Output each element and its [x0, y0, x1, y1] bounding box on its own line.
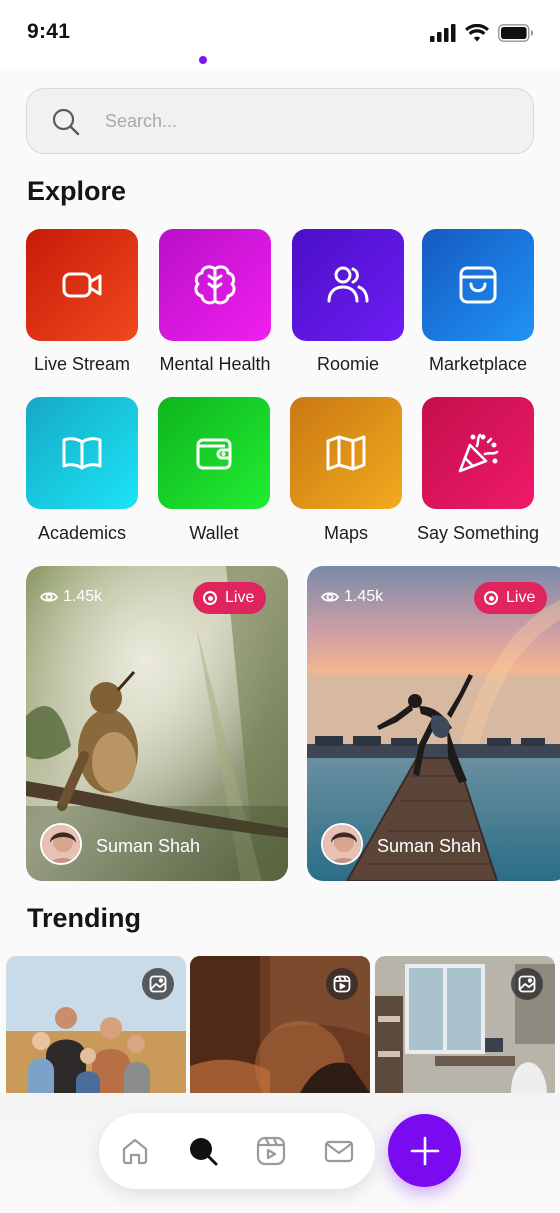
status-icons	[430, 24, 534, 42]
explore-label-live-stream: Live Stream	[33, 354, 131, 374]
map-icon	[326, 435, 366, 471]
open-book-icon	[62, 437, 102, 470]
explore-label-academics: Academics	[37, 523, 127, 543]
mail-icon	[324, 1140, 354, 1163]
avatar[interactable]	[40, 823, 82, 865]
explore-label-maps: Maps	[323, 523, 368, 543]
viewer-count: 1.45k	[40, 588, 102, 606]
explore-tile-wallet[interactable]	[158, 397, 270, 509]
video-camera-icon	[62, 272, 102, 298]
trending-item[interactable]	[6, 956, 186, 1093]
explore-tile-marketplace[interactable]	[422, 229, 534, 341]
status-bar: 9:41	[0, 0, 560, 68]
reel-icon	[333, 975, 351, 993]
reel-post-badge	[326, 968, 358, 1000]
search-icon	[52, 108, 80, 136]
trending-item[interactable]	[190, 956, 370, 1093]
bottom-nav	[99, 1113, 375, 1189]
eye-icon	[40, 592, 58, 602]
plus-icon	[410, 1136, 439, 1165]
party-popper-icon	[458, 433, 499, 473]
explore-tile-maps[interactable]	[290, 397, 402, 509]
explore-tile-mental-health[interactable]	[159, 229, 271, 341]
streamer-name: Suman Shah	[377, 836, 482, 856]
status-time: 9:41	[27, 20, 71, 43]
viewer-count: 1.45k	[321, 588, 383, 606]
nav-reels[interactable]	[253, 1133, 289, 1169]
shopping-bag-icon	[459, 266, 497, 304]
battery-icon	[498, 24, 533, 42]
users-icon	[327, 266, 369, 303]
explore-tile-say-something[interactable]	[422, 397, 534, 509]
create-post-button[interactable]	[388, 1114, 461, 1187]
live-badge-text: Live	[506, 589, 536, 606]
live-stream-card[interactable]: 1.45k Live Suman Shah	[307, 566, 560, 881]
live-badge: Live	[193, 582, 267, 614]
streamer-name: Suman Shah	[96, 836, 201, 856]
explore-title: Explore	[27, 176, 127, 206]
trending-title: Trending	[27, 903, 141, 933]
image-icon	[518, 975, 536, 993]
cellular-signal-icon	[430, 24, 456, 42]
nav-search[interactable]	[185, 1133, 221, 1169]
explore-label-marketplace: Marketplace	[428, 354, 528, 374]
image-post-badge	[142, 968, 174, 1000]
explore-label-wallet: Wallet	[189, 523, 239, 543]
viewer-count-text: 1.45k	[344, 588, 384, 605]
explore-label-say-something: Say Something	[416, 523, 540, 543]
live-dot-icon	[484, 591, 498, 605]
home-icon	[122, 1138, 148, 1165]
search-bar[interactable]	[26, 88, 534, 154]
live-badge: Live	[474, 582, 548, 614]
explore-tile-live-stream[interactable]	[26, 229, 138, 341]
explore-tile-academics[interactable]	[26, 397, 138, 509]
image-post-badge	[511, 968, 543, 1000]
explore-label-mental-health: Mental Health	[159, 354, 271, 374]
image-icon	[149, 975, 167, 993]
live-badge-text: Live	[225, 589, 255, 606]
nav-messages[interactable]	[321, 1133, 357, 1169]
avatar[interactable]	[321, 823, 363, 865]
search-input[interactable]	[105, 101, 505, 141]
eye-icon	[321, 592, 339, 602]
explore-label-roomie: Roomie	[316, 354, 380, 374]
brain-icon	[194, 265, 236, 305]
nav-home[interactable]	[117, 1133, 153, 1169]
viewer-count-text: 1.45k	[63, 588, 103, 605]
live-dot-icon	[203, 591, 217, 605]
nav-active-indicator	[199, 56, 207, 64]
explore-tile-roomie[interactable]	[292, 229, 404, 341]
wifi-icon	[465, 24, 489, 42]
trending-item[interactable]	[375, 956, 555, 1093]
wallet-icon	[196, 438, 232, 470]
live-stream-card[interactable]: 1.45k Live Suman Shah	[26, 566, 288, 881]
reels-icon	[256, 1136, 286, 1166]
search-icon	[190, 1138, 218, 1166]
